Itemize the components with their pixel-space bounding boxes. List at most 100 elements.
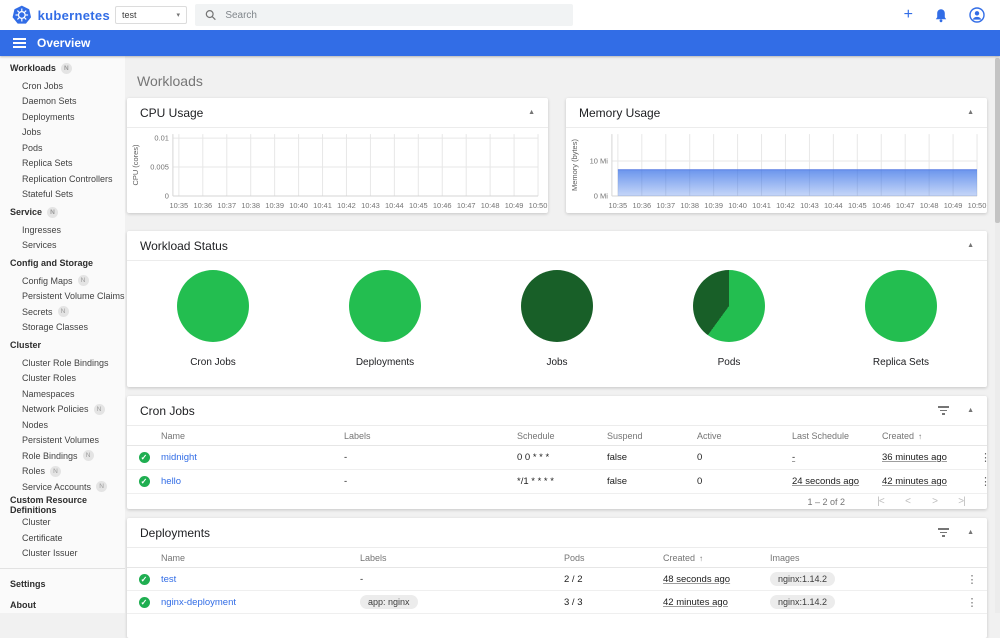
- memory-usage-title: Memory Usage: [579, 106, 660, 120]
- namespaced-badge: N: [50, 466, 61, 477]
- column-header-active[interactable]: Active: [697, 431, 792, 441]
- labels-cell: -: [344, 476, 517, 487]
- column-header-name[interactable]: Name: [161, 553, 360, 563]
- sidebar-item-ingresses[interactable]: Ingresses: [0, 222, 125, 238]
- image-chip: nginx:1.14.2: [770, 572, 835, 586]
- column-header-suspend[interactable]: Suspend: [607, 431, 697, 441]
- created-cell: 48 seconds ago: [663, 574, 770, 585]
- notifications-bell-icon[interactable]: [934, 8, 948, 23]
- sidebar-item-storage-classes[interactable]: Storage Classes: [0, 320, 125, 336]
- column-header-label: Name: [161, 431, 185, 441]
- sidebar-section-label: Service: [10, 207, 42, 217]
- search-input[interactable]: [225, 10, 563, 21]
- sidebar-item-settings[interactable]: Settings: [0, 573, 125, 594]
- sidebar-item-cluster-issuer[interactable]: Cluster Issuer: [0, 546, 125, 562]
- sidebar-nav: WorkloadsNCron JobsDaemon SetsDeployment…: [0, 56, 125, 613]
- collapse-card-icon[interactable]: ▲: [967, 242, 974, 249]
- column-header-last-schedule[interactable]: Last Schedule: [792, 431, 882, 441]
- deployment-name-link[interactable]: nginx-deployment: [161, 597, 360, 608]
- prev-page-icon[interactable]: <: [894, 496, 921, 507]
- sidebar-item-daemon-sets[interactable]: Daemon Sets: [0, 94, 125, 110]
- page-scrollbar[interactable]: [995, 56, 1000, 613]
- sidebar-item-namespaces[interactable]: Namespaces: [0, 386, 125, 402]
- sidebar-item-replication-controllers[interactable]: Replication Controllers: [0, 171, 125, 187]
- sidebar-item-label: Daemon Sets: [22, 96, 77, 106]
- column-header-labels[interactable]: Labels: [360, 553, 564, 563]
- sidebar-item-cluster[interactable]: Cluster: [0, 515, 125, 531]
- kubernetes-logo[interactable]: kubernetes: [0, 5, 110, 25]
- deployments-card: Deployments ▲ NameLabelsPodsCreated↑Imag…: [127, 518, 987, 638]
- collapse-card-icon[interactable]: ▲: [967, 407, 974, 414]
- cpu-usage-card: CPU Usage ▲ 00.0050.0110:3510:3610:3710:…: [127, 98, 548, 213]
- sidebar-item-roles[interactable]: RolesN: [0, 464, 125, 480]
- column-header-images[interactable]: Images: [770, 553, 957, 563]
- column-header-label: Schedule: [517, 431, 555, 441]
- schedule-cell: */1 * * * *: [517, 476, 607, 487]
- sidebar-item-cron-jobs[interactable]: Cron Jobs: [0, 78, 125, 94]
- account-icon[interactable]: [969, 7, 985, 23]
- svg-text:10:46: 10:46: [433, 201, 452, 210]
- column-header-labels[interactable]: Labels: [344, 431, 517, 441]
- image-chip: nginx:1.14.2: [770, 595, 835, 609]
- active-cell: 0: [697, 452, 792, 463]
- sidebar-item-pods[interactable]: Pods: [0, 140, 125, 156]
- row-actions-kebab-icon[interactable]: ⋮: [980, 451, 987, 464]
- cron-jobs-table: Name LabelsSchedule SuspendActive Last Sche…: [127, 426, 987, 494]
- column-header-created[interactable]: Created↑: [882, 431, 980, 441]
- column-header-label: Created: [882, 431, 914, 441]
- memory-usage-chart: 0 Mi10 Mi10:3510:3610:3710:3810:3910:401…: [566, 128, 987, 213]
- column-header-pods[interactable]: Pods: [564, 553, 663, 563]
- collapse-card-icon[interactable]: ▲: [967, 529, 974, 536]
- deployments-table: NameLabelsPodsCreated↑Images✓test-2 / 24…: [127, 548, 987, 614]
- cron-job-name-link[interactable]: midnight: [161, 452, 344, 463]
- filter-icon[interactable]: [938, 528, 949, 537]
- deployment-name-link[interactable]: test: [161, 574, 360, 585]
- svg-text:10:47: 10:47: [896, 201, 915, 210]
- sidebar-item-secrets[interactable]: SecretsN: [0, 304, 125, 320]
- row-actions-kebab-icon[interactable]: ⋮: [957, 596, 987, 609]
- next-page-icon[interactable]: >: [921, 496, 948, 507]
- sidebar-item-services[interactable]: Services: [0, 238, 125, 254]
- sidebar-item-cluster-roles[interactable]: Cluster Roles: [0, 371, 125, 387]
- menu-hamburger-icon[interactable]: [13, 38, 26, 48]
- label-chip: app: nginx: [360, 595, 418, 609]
- last-schedule-cell: -: [792, 452, 882, 463]
- sidebar-item-stateful-sets[interactable]: Stateful Sets: [0, 187, 125, 203]
- filter-icon[interactable]: [938, 406, 949, 415]
- sidebar-item-cluster-role-bindings[interactable]: Cluster Role Bindings: [0, 355, 125, 371]
- sidebar-item-certificate[interactable]: Certificate: [0, 530, 125, 546]
- scrollbar-thumb[interactable]: [995, 58, 1000, 223]
- sidebar-item-nodes[interactable]: Nodes: [0, 417, 125, 433]
- column-header-label: Active: [697, 431, 722, 441]
- sidebar-item-config-maps[interactable]: Config MapsN: [0, 273, 125, 289]
- sidebar-item-replica-sets[interactable]: Replica Sets: [0, 156, 125, 172]
- sidebar-item-jobs[interactable]: Jobs: [0, 125, 125, 141]
- collapse-card-icon[interactable]: ▲: [528, 109, 535, 116]
- namespace-select[interactable]: test ▾: [115, 6, 187, 24]
- create-resource-button[interactable]: +: [904, 7, 913, 23]
- workload-status-pies: Cron JobsDeploymentsJobsPodsReplica Sets: [127, 261, 987, 368]
- pie-chart: [177, 270, 249, 342]
- search-bar[interactable]: [195, 4, 573, 26]
- sidebar-item-persistent-volume-claims[interactable]: Persistent Volume ClaimsN: [0, 289, 125, 305]
- sidebar-item-persistent-volumes[interactable]: Persistent Volumes: [0, 433, 125, 449]
- top-header: kubernetes test ▾ +: [0, 0, 1000, 30]
- column-header-schedule[interactable]: Schedule: [517, 431, 607, 441]
- last-page-icon[interactable]: >|: [948, 496, 975, 507]
- sidebar-item-network-policies[interactable]: Network PoliciesN: [0, 402, 125, 418]
- cron-job-name-link[interactable]: hello: [161, 476, 344, 487]
- row-actions-kebab-icon[interactable]: ⋮: [980, 475, 987, 488]
- sidebar-item-role-bindings[interactable]: Role BindingsN: [0, 448, 125, 464]
- sidebar-item-service-accounts[interactable]: Service AccountsN: [0, 479, 125, 495]
- svg-text:10:37: 10:37: [217, 201, 236, 210]
- first-page-icon[interactable]: |<: [867, 496, 894, 507]
- sidebar-item-about[interactable]: About: [0, 594, 125, 613]
- sidebar-item-deployments[interactable]: Deployments: [0, 109, 125, 125]
- column-header-created[interactable]: Created↑: [663, 553, 770, 563]
- row-actions-kebab-icon[interactable]: ⋮: [957, 573, 987, 586]
- column-header-name[interactable]: Name: [161, 431, 344, 441]
- sidebar-item-label: Config Maps: [22, 276, 73, 286]
- svg-text:0.01: 0.01: [154, 134, 169, 143]
- column-header-label: Images: [770, 553, 800, 563]
- collapse-card-icon[interactable]: ▲: [967, 109, 974, 116]
